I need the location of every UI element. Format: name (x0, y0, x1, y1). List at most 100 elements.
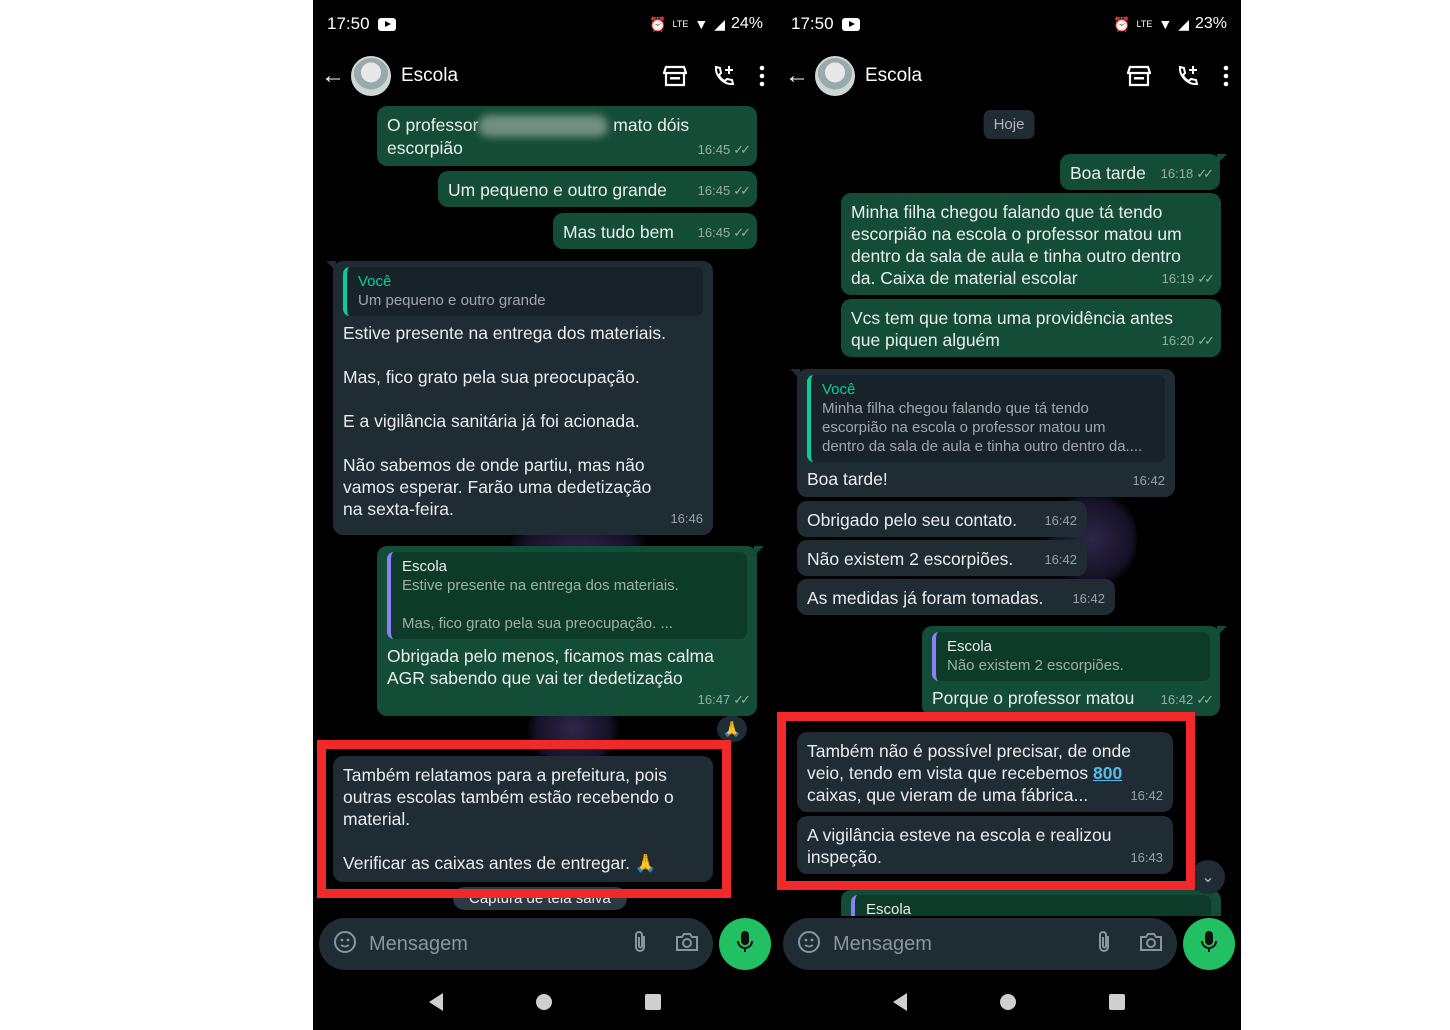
double-check-icon: ✓✓ (1196, 166, 1214, 181)
message-bubble-incoming[interactable]: Você Minha filha chegou falando que tá t… (790, 369, 1175, 497)
attach-icon[interactable] (1097, 930, 1111, 959)
message-time: 16:47 (697, 692, 731, 707)
mic-button[interactable] (1183, 918, 1235, 970)
nav-home-icon[interactable] (999, 994, 1016, 1010)
mic-button[interactable] (719, 918, 771, 970)
message-meta: 16:46 (670, 508, 703, 530)
message-bubble-incoming[interactable]: As medidas já foram tomadas. 16:42 (797, 579, 1115, 615)
youtube-icon (841, 17, 860, 31)
phone-screen-right: 17:50 ⏰ LTE ▼ ◢ 23% ← Escola Hoje Boa ta… (777, 0, 1241, 1030)
message-meta: 16:45 ✓✓ (697, 139, 751, 161)
message-input[interactable]: Mensagem (783, 918, 1177, 970)
add-call-icon[interactable] (711, 64, 735, 88)
message-bubble-outgoing[interactable]: Minha filha chegou falando que tá tendo … (841, 193, 1221, 295)
message-bubble-outgoing[interactable]: O professor mato dóis escorpião 16:45 ✓✓ (377, 106, 757, 166)
chevron-down-icon: ⌄ (1201, 869, 1215, 886)
message-text: Boa tarde! (807, 469, 888, 489)
chat-title[interactable]: Escola (865, 65, 922, 87)
chat-history[interactable]: Hoje Boa tarde 16:18 ✓✓ Minha filha chego… (777, 104, 1241, 916)
youtube-icon (377, 17, 396, 31)
mic-icon (736, 930, 754, 959)
add-call-icon[interactable] (1175, 64, 1199, 88)
quote-text: Minha filha chegou falando que tá tendo … (822, 400, 1143, 455)
message-text: Obrigada pelo menos, ficamos mas calma A… (387, 646, 714, 688)
double-check-icon: ✓✓ (1197, 271, 1215, 286)
message-text: As medidas já foram tomadas. (807, 588, 1044, 608)
store-icon[interactable] (663, 65, 687, 87)
message-bubble-outgoing[interactable]: Boa tarde 16:18 ✓✓ (1060, 154, 1227, 190)
chat-avatar[interactable] (351, 56, 391, 96)
sticker-icon[interactable] (797, 930, 821, 959)
attach-icon[interactable] (633, 930, 647, 959)
more-vert-icon[interactable] (759, 65, 765, 87)
message-bubble-outgoing[interactable]: Escola Estive presente na entrega dos ma… (377, 546, 764, 716)
back-arrow-icon[interactable]: ← (785, 62, 811, 90)
double-check-icon: ✓✓ (733, 183, 751, 198)
chat-title[interactable]: Escola (401, 65, 458, 87)
message-meta: 16:45 ✓✓ (698, 180, 751, 202)
quote-author: Escola (866, 901, 912, 916)
more-vert-icon[interactable] (1223, 65, 1229, 87)
message-bubble-incoming[interactable]: Obrigado pelo seu contato. 16:42 (797, 501, 1087, 537)
message-input[interactable]: Mensagem (319, 918, 713, 970)
message-time: 16:45 (697, 225, 731, 240)
message-text: caixas, que vieram de uma fábrica... (807, 785, 1089, 805)
number-link[interactable]: 800 (1093, 763, 1122, 783)
message-time: 16:42 (1072, 591, 1105, 606)
message-meta: 16:43 (1130, 847, 1163, 869)
chat-header: ← Escola (313, 48, 777, 104)
android-nav-bar (777, 974, 1241, 1030)
camera-icon[interactable] (675, 932, 699, 957)
status-bar: 17:50 ⏰ LTE ▼ ◢ 23% (777, 0, 1241, 48)
quoted-message[interactable]: Escola (851, 895, 1211, 916)
message-bubble-incoming[interactable]: Também relatamos para a prefeitura, pois… (333, 756, 713, 882)
message-bubble-incoming[interactable]: Não existem 2 escorpiões. 16:42 (797, 540, 1087, 576)
nav-recents-icon[interactable] (644, 994, 661, 1010)
message-bubble-outgoing[interactable]: Escola (841, 890, 1221, 916)
nav-recents-icon[interactable] (1108, 994, 1125, 1010)
quoted-message[interactable]: Escola Estive presente na entrega dos ma… (387, 552, 747, 639)
alarm-icon: ⏰ (649, 15, 667, 32)
quoted-message[interactable]: Você Um pequeno e outro grande (343, 267, 703, 316)
message-time: 16:43 (1130, 850, 1163, 865)
message-reaction[interactable]: 🙏 (717, 716, 747, 742)
message-time: 16:46 (670, 511, 703, 526)
message-text: Obrigado pelo seu contato. (807, 510, 1018, 530)
wifi-icon: ▼ (1158, 16, 1173, 32)
message-meta: 16:42 (1044, 510, 1077, 532)
scroll-to-bottom-button[interactable]: ⌄ (1191, 860, 1225, 894)
status-time: 17:50 (791, 14, 834, 33)
message-text: Estive presente na entrega dos materiais… (343, 323, 666, 519)
nav-home-icon[interactable] (535, 994, 552, 1010)
signal-icon: ◢ (1178, 15, 1189, 32)
message-text: O professor (387, 115, 479, 135)
sticker-icon[interactable] (333, 930, 357, 959)
message-bubble-outgoing[interactable]: Um pequeno e outro grande 16:45 ✓✓ (438, 171, 757, 207)
message-bubble-incoming[interactable]: Você Um pequeno e outro grande Estive pr… (326, 261, 713, 535)
back-arrow-icon[interactable]: ← (321, 62, 347, 90)
wifi-icon: ▼ (694, 16, 709, 32)
message-meta: 16:42 (1072, 588, 1105, 610)
signal-icon: ◢ (714, 15, 725, 32)
camera-icon[interactable] (1139, 932, 1163, 957)
quoted-message[interactable]: Você Minha filha chegou falando que tá t… (807, 375, 1165, 462)
message-bubble-incoming[interactable]: A vigilância esteve na escola e realizou… (797, 816, 1173, 874)
lte-icon: LTE (672, 19, 689, 29)
message-time: 16:45 (697, 142, 731, 157)
phone-screen-left: 17:50 ⏰ LTE ▼ ◢ 24% ← Escola O professor… (313, 0, 777, 1030)
message-placeholder: Mensagem (833, 932, 932, 955)
message-meta: 16:42 (1130, 785, 1163, 807)
message-time: 16:42 (1044, 552, 1077, 567)
store-icon[interactable] (1127, 65, 1151, 87)
chat-history[interactable]: O professor mato dóis escorpião 16:45 ✓✓ … (313, 104, 777, 916)
nav-back-icon[interactable] (429, 993, 444, 1011)
quoted-message[interactable]: Escola Não existem 2 escorpiões. (932, 632, 1210, 681)
message-bubble-outgoing[interactable]: Escola Não existem 2 escorpiões. Porque … (922, 626, 1227, 716)
message-composer: Mensagem (777, 916, 1241, 972)
nav-back-icon[interactable] (893, 993, 908, 1011)
message-bubble-outgoing[interactable]: Mas tudo bem 16:45 ✓✓ (553, 213, 757, 249)
chat-avatar[interactable] (815, 56, 855, 96)
message-bubble-incoming[interactable]: Também não é possível precisar, de onde … (797, 732, 1173, 812)
battery-level: 23% (1194, 15, 1227, 32)
message-bubble-outgoing[interactable]: Vcs tem que toma uma providência antes q… (841, 299, 1221, 357)
